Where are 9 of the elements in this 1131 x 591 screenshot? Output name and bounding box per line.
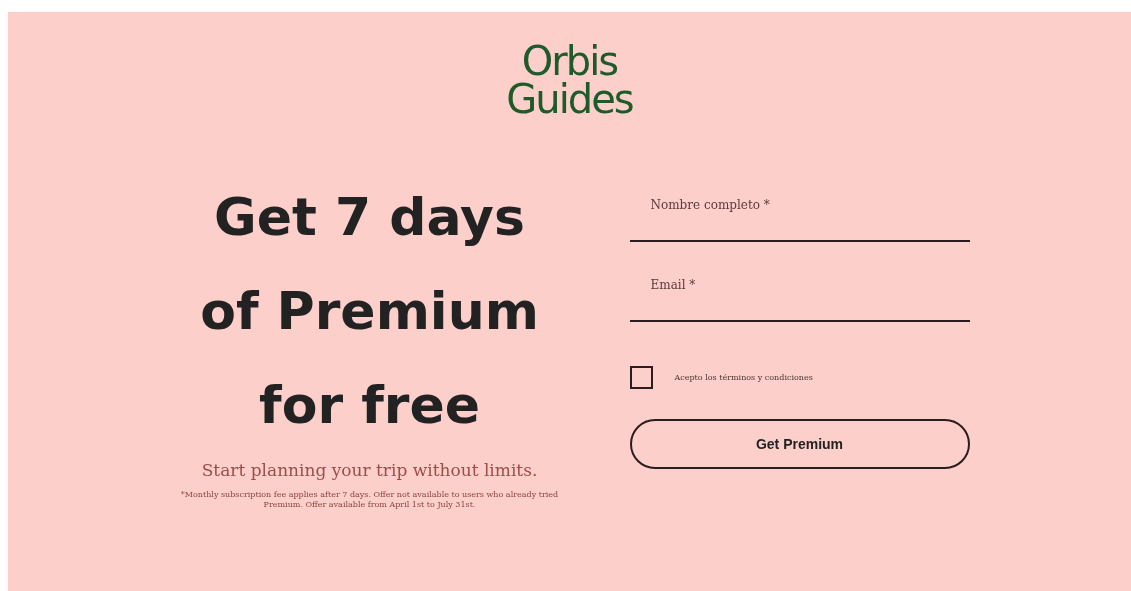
subtitle: Start planning your trip without limits. bbox=[201, 460, 538, 480]
fine-print: *Monthly subscription fee applies after 7 days. Offer not available to users who already tried Premium. Offer available from April 1st to July 31st. bbox=[179, 490, 560, 510]
terms-label: Acepto los términos y condiciones bbox=[674, 373, 813, 382]
headline: Get 7 days of Premium for free bbox=[200, 186, 539, 437]
logo: Orbis Guides bbox=[506, 42, 633, 118]
get-premium-button[interactable]: Get Premium bbox=[629, 419, 970, 469]
name-field[interactable]: Nombre completo * bbox=[629, 182, 970, 242]
terms-checkbox[interactable] bbox=[629, 366, 653, 389]
email-field[interactable]: Email * bbox=[629, 262, 970, 322]
